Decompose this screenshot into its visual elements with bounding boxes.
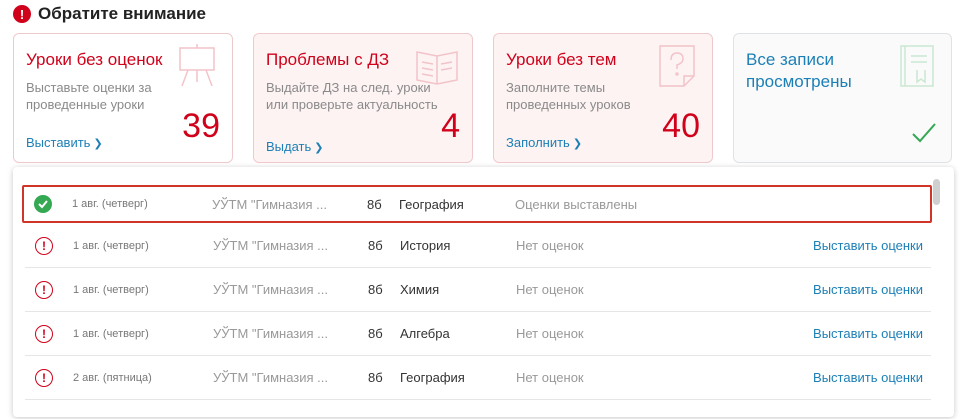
class-name: 8б xyxy=(368,238,383,253)
set-grades-button[interactable]: Выставить оценки xyxy=(813,238,923,253)
class-name: 8б xyxy=(367,196,382,212)
lesson-date: 1 авг. (четверг) xyxy=(73,283,149,296)
school-name: УЎТМ "Гимназия ... xyxy=(213,238,328,253)
card-homework-problems[interactable]: Проблемы с ДЗ Выдайте ДЗ на след. уроки … xyxy=(253,33,473,163)
subject-name: География xyxy=(400,370,465,385)
class-name: 8б xyxy=(368,370,383,385)
subject-name: Химия xyxy=(400,282,440,297)
card-all-records-viewed: Все записи просмотрены xyxy=(733,33,952,163)
exclamation-icon: ! xyxy=(13,5,31,23)
exclamation-circle-icon: ! xyxy=(35,280,53,299)
grade-status: Нет оценок xyxy=(516,326,584,341)
card-description: Заполните темы проведенных уроков xyxy=(506,80,631,112)
grade-status: Нет оценок xyxy=(516,282,584,297)
page-title: Обратите внимание xyxy=(38,4,206,23)
fill-topics-link[interactable]: Заполнить ❯ xyxy=(506,135,582,150)
journal-icon xyxy=(900,45,934,87)
exclamation-circle-icon: ! xyxy=(35,324,53,343)
subject-name: История xyxy=(400,238,451,253)
subject-name: Алгебра xyxy=(400,326,450,341)
school-name: УЎТМ "Гимназия ... xyxy=(213,326,328,341)
class-name: 8б xyxy=(368,282,383,297)
card-count: 4 xyxy=(441,107,460,145)
card-lessons-without-topics[interactable]: Уроки без тем Заполните темы проведенных… xyxy=(493,33,713,163)
table-row[interactable]: ! 2 авг. (пятница) УЎТМ "Гимназия ... 8б… xyxy=(25,356,931,400)
check-circle-icon xyxy=(34,195,52,213)
grade-status: Оценки выставлены xyxy=(515,196,638,212)
chevron-right-icon: ❯ xyxy=(314,142,324,154)
grade-status: Нет оценок xyxy=(516,370,584,385)
attention-header: ! Обратите внимание xyxy=(13,4,206,24)
lesson-date: 1 авг. (четверг) xyxy=(73,239,149,252)
card-description: Выдайте ДЗ на след. уроки или проверьте … xyxy=(266,80,438,112)
card-count: 39 xyxy=(182,107,220,145)
lesson-date: 1 авг. (четверг) xyxy=(73,327,149,340)
lesson-date: 1 авг. (четверг) xyxy=(72,198,148,210)
card-count: 40 xyxy=(662,107,700,145)
exclamation-circle-icon: ! xyxy=(35,368,53,387)
checkmark-icon xyxy=(912,123,936,143)
table-row[interactable]: ! 1 авг. (четверг) УЎТМ "Гимназия ... 8б… xyxy=(25,268,931,312)
card-title: Проблемы с ДЗ xyxy=(266,50,390,69)
lesson-date: 2 авг. (пятница) xyxy=(73,371,152,384)
exclamation-circle-icon: ! xyxy=(35,236,53,255)
card-title: Уроки без оценок xyxy=(26,50,163,69)
set-grades-link[interactable]: Выставить ❯ xyxy=(26,135,103,150)
class-name: 8б xyxy=(368,326,383,341)
assign-homework-link[interactable]: Выдать ❯ xyxy=(266,139,324,154)
lessons-list-panel: 1 авг. (четверг) УЎТМ "Гимназия ... 8б Г… xyxy=(13,167,954,417)
table-row[interactable]: ! 1 авг. (четверг) УЎТМ "Гимназия ... 8б… xyxy=(25,312,931,356)
chevron-right-icon: ❯ xyxy=(93,138,103,150)
set-grades-button[interactable]: Выставить оценки xyxy=(813,326,923,341)
school-name: УЎТМ "Гимназия ... xyxy=(212,196,327,212)
set-grades-button[interactable]: Выставить оценки xyxy=(813,282,923,297)
grade-status: Нет оценок xyxy=(516,238,584,253)
scrollbar-thumb[interactable] xyxy=(933,179,940,205)
card-title: Все записи просмотрены xyxy=(746,50,852,91)
card-title: Уроки без тем xyxy=(506,50,617,69)
card-lessons-without-grades[interactable]: Уроки без оценок Выставьте оценки за про… xyxy=(13,33,233,163)
set-grades-button[interactable]: Выставить оценки xyxy=(813,370,923,385)
card-description: Выставьте оценки за проведенные уроки xyxy=(26,80,152,112)
school-name: УЎТМ "Гимназия ... xyxy=(213,282,328,297)
table-row[interactable]: 1 авг. (четверг) УЎТМ "Гимназия ... 8б Г… xyxy=(22,185,932,223)
chevron-right-icon: ❯ xyxy=(572,138,583,150)
school-name: УЎТМ "Гимназия ... xyxy=(213,370,328,385)
table-row[interactable]: ! 1 авг. (четверг) УЎТМ "Гимназия ... 8б… xyxy=(25,224,931,268)
subject-name: География xyxy=(399,196,464,212)
